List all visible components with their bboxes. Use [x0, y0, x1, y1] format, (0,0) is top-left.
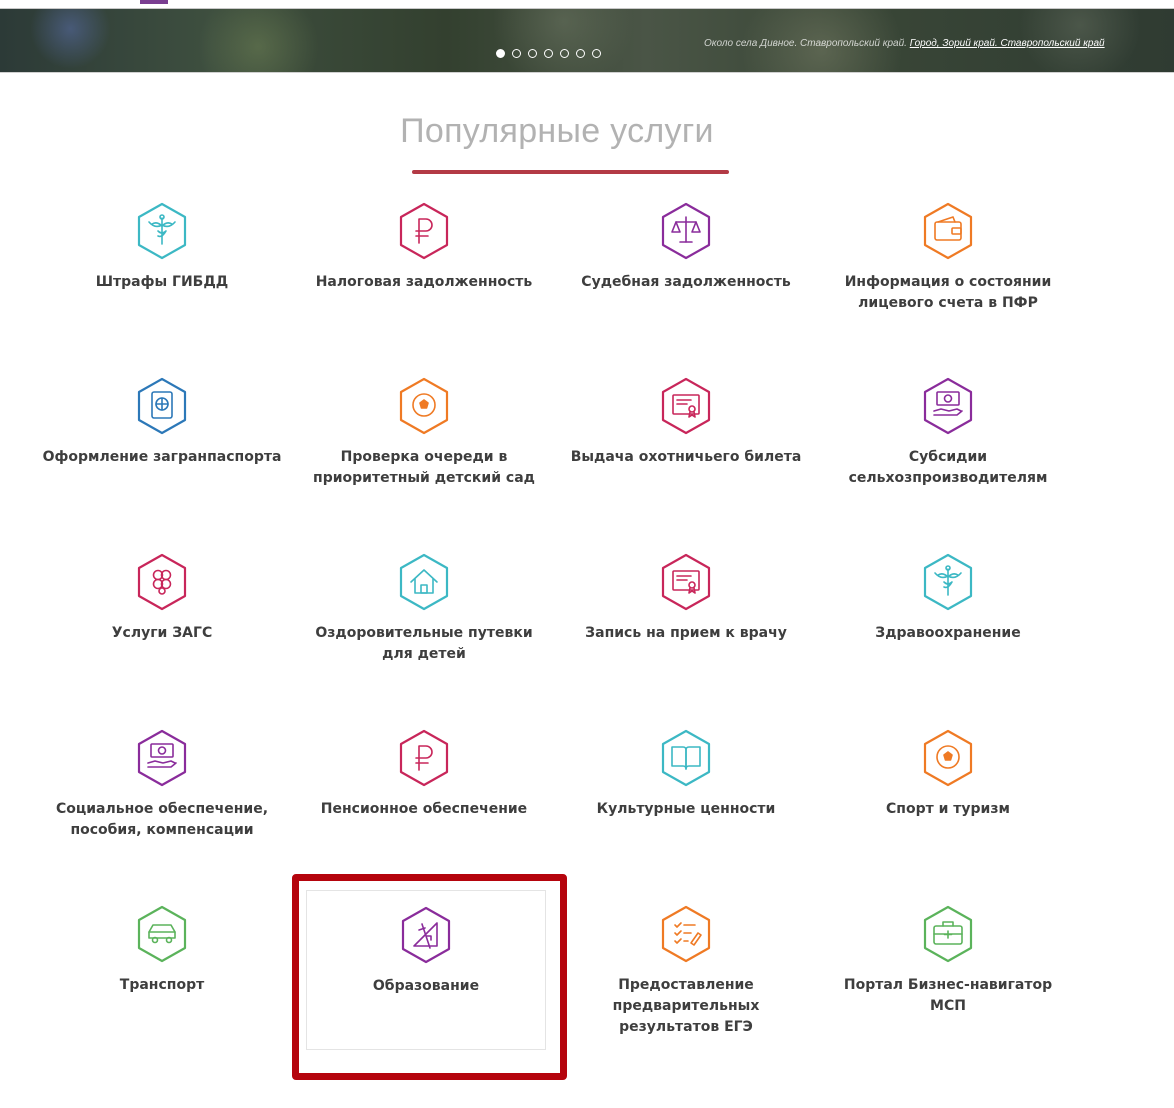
service-label: Услуги ЗАГС [111, 625, 213, 641]
service-label: Пенсионное обеспечение [320, 801, 528, 817]
carousel-dot-3[interactable] [528, 49, 537, 58]
service-tile[interactable]: Субсидии сельхозпроизводителям [828, 371, 1068, 531]
service-tile[interactable]: Штрафы ГИБДД [42, 196, 282, 356]
car-icon [133, 905, 191, 963]
service-tile[interactable]: Выдача охотничьего билета [566, 371, 806, 531]
service-label: Портал Бизнес-навигатор МСП [843, 977, 1053, 1014]
service-label: Социальное обеспечение, пособия, компенс… [55, 801, 269, 838]
service-tile[interactable]: Пенсионное обеспечение [304, 723, 544, 883]
service-tile[interactable]: Проверка очереди в приоритетный детский … [304, 371, 544, 531]
carousel-dot-6[interactable] [576, 49, 585, 58]
service-label: Судебная задолженность [581, 274, 791, 290]
service-label: Образование [372, 978, 480, 994]
top-nav-strip [0, 0, 1174, 9]
service-label: Здравоохранение [875, 625, 1021, 641]
scales-icon [657, 202, 715, 260]
money-hand-icon [919, 377, 977, 435]
hero-banner: Около села Дивное. Ставропольский край. … [0, 0, 1174, 73]
service-tile[interactable]: Предоставление предварительных результат… [566, 899, 806, 1059]
service-label: Культурные ценности [596, 801, 776, 817]
ball-icon [919, 729, 977, 787]
service-tile[interactable]: Спорт и туризм [828, 723, 1068, 883]
service-tile[interactable]: Оформление загранпаспорта [42, 371, 282, 531]
page: Около села Дивное. Ставропольский край. … [0, 0, 1174, 1108]
ruble-icon [395, 729, 453, 787]
service-tile[interactable]: Здравоохранение [828, 547, 1068, 707]
wallet-icon [919, 202, 977, 260]
service-tile[interactable]: Услуги ЗАГС [42, 547, 282, 707]
service-tile[interactable]: Культурные ценности [566, 723, 806, 883]
service-label: Выдача охотничьего билета [570, 449, 802, 465]
nav-active-marker [140, 0, 168, 4]
service-label: Запись на прием к врачу [585, 625, 787, 641]
ruble-icon [395, 202, 453, 260]
service-label: Транспорт [119, 977, 205, 993]
rings-icon [133, 553, 191, 611]
service-label: Штрафы ГИБДД [95, 274, 229, 290]
medical-caduceus-icon [133, 202, 191, 260]
money-hand-icon [133, 729, 191, 787]
drafting-icon [397, 906, 455, 964]
carousel-dot-4[interactable] [544, 49, 553, 58]
certificate-icon [657, 553, 715, 611]
service-tile[interactable]: Налоговая задолженность [304, 196, 544, 356]
house-icon [395, 553, 453, 611]
service-label: Проверка очереди в приоритетный детский … [313, 449, 535, 486]
service-label: Оздоровительные путевки для детей [315, 625, 533, 662]
service-label: Предоставление предварительных результат… [612, 977, 760, 1035]
service-tile[interactable]: Оздоровительные путевки для детей [304, 547, 544, 707]
book-icon [657, 729, 715, 787]
banner-caption-link[interactable]: Город, Зорий край. Ставропольский край [910, 38, 1105, 49]
briefcase-icon [919, 905, 977, 963]
certificate-icon [657, 377, 715, 435]
service-label: Спорт и туризм [886, 801, 1010, 817]
service-tile[interactable]: Информация о состоянии лицевого счета в … [828, 196, 1068, 356]
service-tile[interactable]: Образование [306, 890, 546, 1050]
banner-caption-text: Около села Дивное. Ставропольский край. [704, 38, 910, 49]
service-tile[interactable]: Портал Бизнес-навигатор МСП [828, 899, 1068, 1059]
title-underline [412, 170, 729, 174]
carousel-dot-5[interactable] [560, 49, 569, 58]
medical-caduceus-icon [919, 553, 977, 611]
service-tile[interactable]: Транспорт [42, 899, 282, 1059]
service-tile[interactable]: Запись на прием к врачу [566, 547, 806, 707]
banner-photo [0, 0, 1174, 72]
service-label: Налоговая задолженность [315, 274, 533, 290]
passport-icon [133, 377, 191, 435]
service-label: Информация о состоянии лицевого счета в … [844, 274, 1052, 311]
carousel-dot-2[interactable] [512, 49, 521, 58]
banner-caption: Около села Дивное. Ставропольский край. … [704, 38, 1105, 49]
service-label: Оформление загранпаспорта [42, 449, 282, 465]
popular-services-grid: Штрафы ГИБДД Налоговая задолженность Судеб… [32, 196, 1082, 1086]
checklist-icon [657, 905, 715, 963]
service-tile[interactable]: Судебная задолженность [566, 196, 806, 356]
carousel-dots [496, 49, 601, 58]
service-tile[interactable]: Социальное обеспечение, пособия, компенс… [42, 723, 282, 883]
carousel-dot-1[interactable] [496, 49, 505, 58]
service-label: Субсидии сельхозпроизводителям [848, 449, 1048, 486]
ball-icon [395, 377, 453, 435]
section-title: Популярные услуги [400, 112, 714, 150]
carousel-dot-7[interactable] [592, 49, 601, 58]
